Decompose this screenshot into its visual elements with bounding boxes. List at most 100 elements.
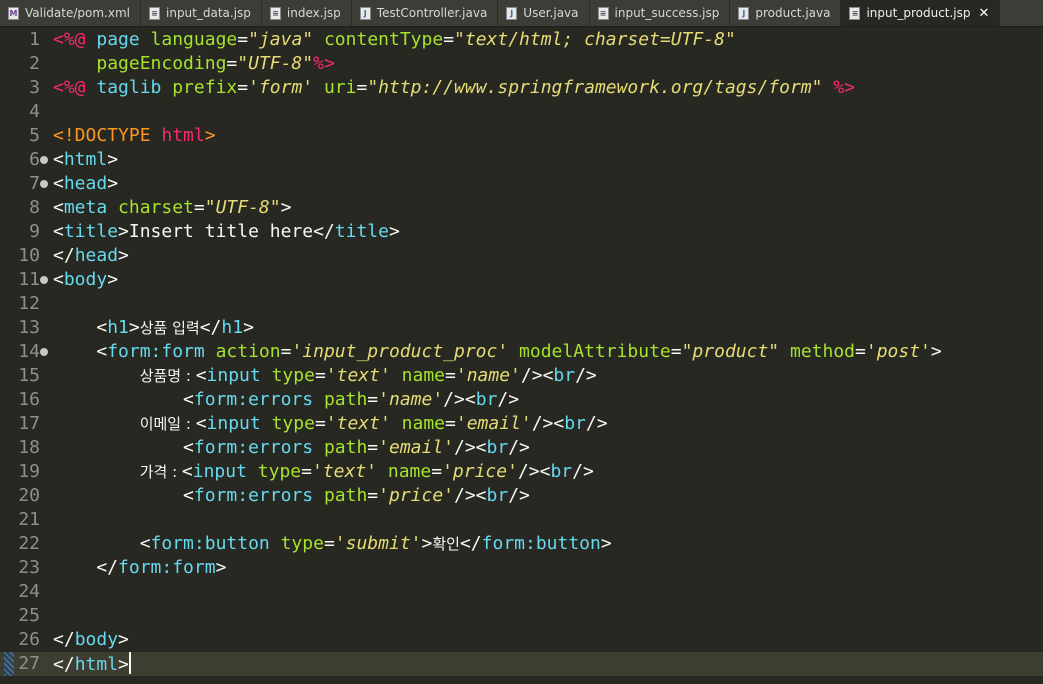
- code-token: %>: [833, 77, 856, 98]
- code-token: 'post': [865, 341, 931, 362]
- code-line[interactable]: 8 <meta charset="UTF-8">: [0, 196, 1043, 220]
- tab-testcontroller-java[interactable]: TestController.java: [352, 0, 499, 26]
- tab-product-java[interactable]: product.java: [730, 0, 842, 26]
- code-line[interactable]: 5 <!DOCTYPE html>: [0, 124, 1043, 148]
- code-token: </: [53, 557, 119, 578]
- code-token: <%@: [53, 29, 97, 50]
- code-line[interactable]: 27 </html>: [0, 652, 1043, 676]
- code-token: /><: [520, 365, 554, 386]
- tab-index-jsp[interactable]: index.jsp: [262, 0, 352, 26]
- code-token: name: [401, 365, 446, 386]
- close-tab-icon[interactable]: ✕: [979, 6, 990, 21]
- tab-validate-pom-xml[interactable]: Validate/pom.xml: [0, 0, 141, 26]
- code-token: />: [497, 389, 520, 410]
- tab-input-success-jsp[interactable]: input_success.jsp: [590, 0, 731, 26]
- tab-input-product-jsp[interactable]: input_product.jsp ✕: [841, 0, 1001, 26]
- line-number: 13: [18, 317, 40, 338]
- code-token: /><: [454, 437, 487, 458]
- fold-toggle-icon[interactable]: [40, 156, 48, 164]
- jsp-file-icon: [597, 6, 609, 20]
- fold-toggle-icon[interactable]: [40, 348, 48, 356]
- code-text: 상품명 : <input type='text' name='name'/><b…: [53, 364, 597, 388]
- code-line[interactable]: 9 <title>Insert title here</title>: [0, 220, 1043, 244]
- code-token: page: [96, 29, 151, 50]
- code-text: 가격 : <input type='text' name='price'/><b…: [53, 460, 594, 484]
- code-line[interactable]: 21: [0, 508, 1043, 532]
- code-token: >: [215, 557, 227, 578]
- code-text: <meta charset="UTF-8">: [53, 196, 291, 220]
- code-line[interactable]: 25: [0, 604, 1043, 628]
- code-line[interactable]: 2 pageEncoding="UTF-8"%>: [0, 52, 1043, 76]
- line-number: 1: [29, 29, 40, 50]
- code-line[interactable]: 19 가격 : <input type='text' name='price'/…: [0, 460, 1043, 484]
- code-token: 'name': [455, 365, 521, 386]
- code-token: <: [53, 173, 64, 194]
- code-line[interactable]: 18 <form:errors path='email'/><br/>: [0, 436, 1043, 460]
- line-number: 5: [29, 125, 40, 146]
- line-number: 23: [18, 557, 40, 578]
- tab-label: input_success.jsp: [614, 6, 720, 20]
- code-token: </: [459, 533, 482, 554]
- code-line[interactable]: 3 <%@ taglib prefix='form' uri="http://ww…: [0, 76, 1043, 100]
- tab-user-java[interactable]: User.java: [498, 0, 590, 26]
- code-token: 'name': [378, 389, 444, 410]
- code-line[interactable]: 16 <form:errors path='name'/><br/>: [0, 388, 1043, 412]
- code-token: form:errors: [193, 389, 324, 410]
- code-token: 'text': [325, 413, 391, 434]
- code-line[interactable]: 7 <head>: [0, 172, 1043, 196]
- code-token: 상품명 :: [139, 367, 196, 385]
- code-token: %>: [313, 53, 335, 74]
- code-line[interactable]: 4: [0, 100, 1043, 124]
- code-token: input: [206, 413, 272, 434]
- code-line[interactable]: 22 <form:button type='submit'>확인</form:b…: [0, 532, 1043, 556]
- code-line[interactable]: 12: [0, 292, 1043, 316]
- code-token: /><: [531, 413, 565, 434]
- code-line[interactable]: 23 </form:form>: [0, 556, 1043, 580]
- java-file-icon: [738, 6, 750, 20]
- code-token: path: [323, 389, 368, 410]
- code-text: <%@ taglib prefix='form' uri="http://www…: [53, 76, 855, 100]
- code-line[interactable]: 1 <%@ page language="java" contentType="t…: [0, 28, 1043, 52]
- code-token: form:form: [107, 341, 216, 362]
- code-token: 상품 입력: [139, 319, 200, 337]
- code-text: <form:errors path='price'/><br/>: [53, 484, 530, 508]
- code-line[interactable]: 10 </head>: [0, 244, 1043, 268]
- code-text: </form:form>: [53, 556, 226, 580]
- code-line[interactable]: 20 <form:errors path='price'/><br/>: [0, 484, 1043, 508]
- tab-input-data-jsp[interactable]: input_data.jsp: [141, 0, 262, 26]
- code-line[interactable]: 24: [0, 580, 1043, 604]
- code-token: form:button: [481, 533, 601, 554]
- fold-toggle-icon[interactable]: [40, 276, 48, 284]
- code-line[interactable]: 15 상품명 : <input type='text' name='name'/…: [0, 364, 1043, 388]
- java-file-icon: [359, 6, 371, 20]
- code-line[interactable]: 11 <body>: [0, 268, 1043, 292]
- code-token: title: [63, 221, 119, 242]
- code-token: <%@: [53, 77, 97, 98]
- code-token: =: [367, 437, 379, 458]
- code-token: <!DOCTYPE: [53, 125, 162, 146]
- code-token: path: [323, 437, 368, 458]
- line-number: 9: [29, 221, 40, 242]
- code-line[interactable]: 14 <form:form action='input_product_proc…: [0, 340, 1043, 364]
- code-token: modelAttribute: [519, 341, 671, 362]
- code-line[interactable]: 13 <h1>상품 입력</h1>: [0, 316, 1043, 340]
- code-token: <: [195, 365, 207, 386]
- code-token: form:button: [150, 533, 281, 554]
- code-text: <form:errors path='name'/><br/>: [53, 388, 519, 412]
- code-token: =: [301, 461, 312, 482]
- fold-toggle-icon[interactable]: [40, 180, 48, 188]
- line-number: 12: [18, 293, 40, 314]
- code-token: form:form: [118, 557, 216, 578]
- code-line[interactable]: 26 </body>: [0, 628, 1043, 652]
- code-token: </: [53, 629, 75, 650]
- code-token: contentType: [323, 29, 444, 50]
- code-token: >: [118, 245, 129, 266]
- code-line[interactable]: 6 <html>: [0, 148, 1043, 172]
- code-token: br: [486, 437, 509, 458]
- code-token: >: [930, 341, 942, 362]
- code-line[interactable]: 17 이메일 : <input type='text' name='email'…: [0, 412, 1043, 436]
- code-editor[interactable]: 1 <%@ page language="java" contentType="t…: [0, 27, 1043, 684]
- line-number: 3: [29, 77, 40, 98]
- tab-label: TestController.java: [376, 6, 488, 20]
